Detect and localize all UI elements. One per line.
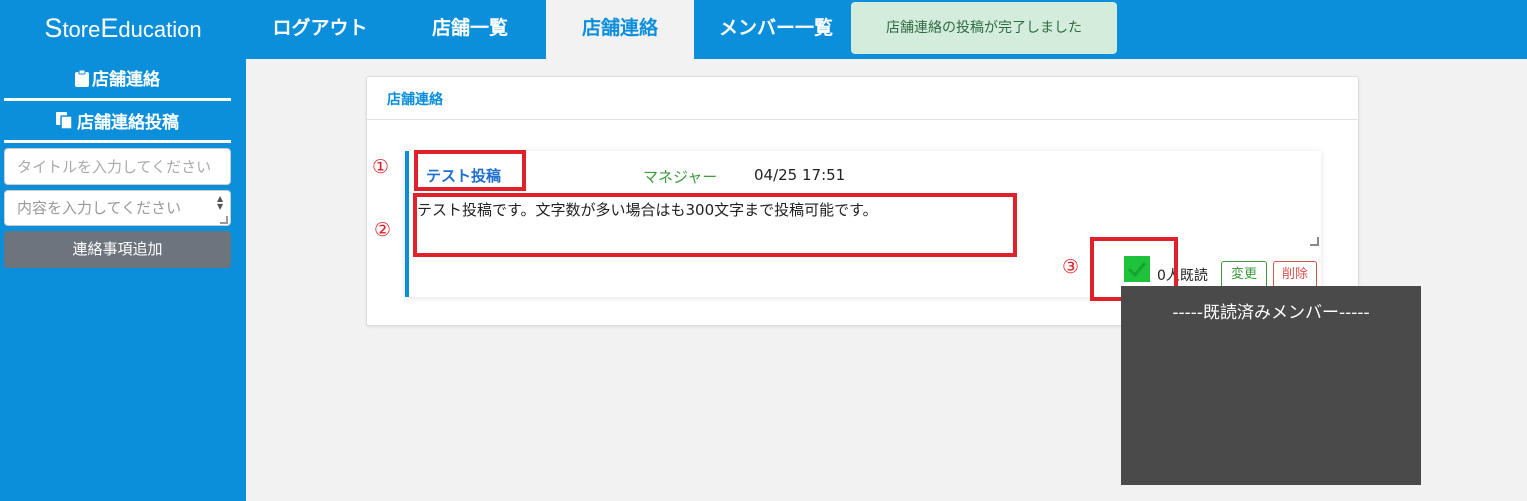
resize-handle-icon[interactable] bbox=[220, 216, 228, 224]
read-members-popup: -----既読済みメンバー----- bbox=[1121, 286, 1421, 485]
nav-logout[interactable]: ログアウト bbox=[246, 0, 394, 59]
post-author-role: マネジャー bbox=[643, 168, 718, 186]
add-contact-button[interactable]: 連絡事項追加 bbox=[4, 231, 231, 268]
post-content-input[interactable]: 内容を入力してください ▲ ▼ bbox=[4, 190, 231, 226]
nav-store-list[interactable]: 店舗一覧 bbox=[394, 0, 546, 59]
post-title-input[interactable] bbox=[4, 148, 231, 185]
sidebar-divider bbox=[4, 98, 231, 101]
brand-cap-s: S bbox=[44, 13, 63, 43]
sidebar-heading-post-label: 店舗連絡投稿 bbox=[77, 113, 179, 133]
resize-handle-icon[interactable] bbox=[1310, 237, 1319, 246]
annotation-number-3: ③ bbox=[1062, 256, 1080, 278]
spinner-arrows-icon[interactable]: ▲ ▼ bbox=[217, 195, 227, 211]
annotation-box-title bbox=[414, 150, 526, 191]
sidebar-heading-contact[interactable]: 店舗連絡 bbox=[4, 65, 231, 92]
sidebar-heading-post[interactable]: 店舗連絡投稿 bbox=[4, 108, 231, 135]
brand-text-ducation: ducation bbox=[118, 17, 202, 42]
read-members-heading: -----既読済みメンバー----- bbox=[1172, 303, 1370, 323]
success-toast: 店舗連絡の投稿が完了しました bbox=[851, 2, 1117, 54]
annotation-box-body bbox=[413, 193, 1017, 257]
clipboard-icon bbox=[75, 69, 89, 92]
nav-store-contact[interactable]: 店舗連絡 bbox=[546, 0, 694, 59]
post-content-placeholder: 内容を入力してください bbox=[17, 199, 182, 217]
annotation-number-2: ② bbox=[374, 219, 392, 241]
edit-button[interactable]: 変更 bbox=[1221, 261, 1267, 289]
delete-button[interactable]: 削除 bbox=[1273, 261, 1317, 289]
copy-icon bbox=[56, 112, 74, 135]
brand-cap-e: E bbox=[100, 13, 119, 43]
annotation-number-1: ① bbox=[372, 156, 390, 178]
sidebar-divider bbox=[4, 140, 231, 143]
brand-logo[interactable]: StoreEducation bbox=[0, 0, 246, 59]
sidebar: 店舗連絡 店舗連絡投稿 内容を入力してください ▲▼ 連絡事項追加 bbox=[0, 59, 246, 501]
card-title: 店舗連絡 bbox=[387, 92, 443, 108]
brand-text-tore: tore bbox=[62, 17, 101, 42]
nav-member-list[interactable]: メンバー一覧 bbox=[694, 0, 858, 59]
top-navbar: StoreEducation ログアウト 店舗一覧 店舗連絡 メンバー一覧 店舗… bbox=[0, 0, 1527, 59]
sidebar-heading-contact-label: 店舗連絡 bbox=[92, 70, 160, 90]
card-header: 店舗連絡 bbox=[367, 77, 1358, 120]
post-date: 04/25 17:51 bbox=[754, 166, 846, 184]
